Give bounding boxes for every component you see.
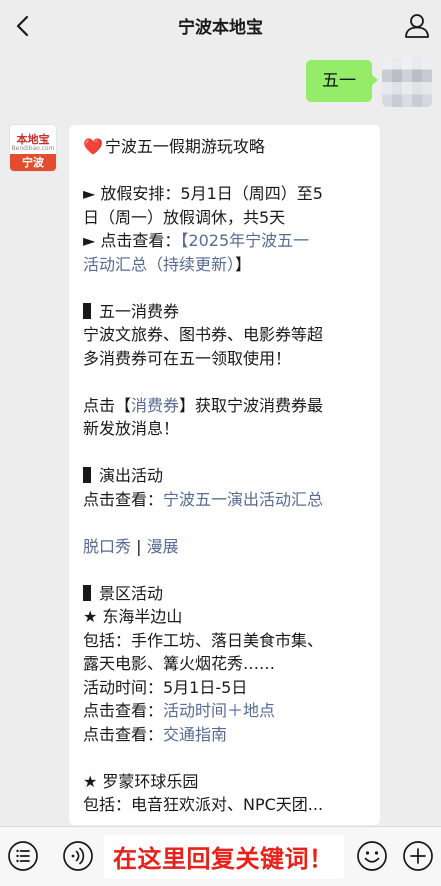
page-title: 宁波本地宝 xyxy=(178,18,263,38)
keyword-prompt: 在这里回复关键词！ xyxy=(113,845,334,873)
keyword-input[interactable]: 在这里回复关键词！ xyxy=(104,835,344,879)
avatar-logo-subtext: Bendibao.com xyxy=(11,145,55,152)
summary-link[interactable]: 【2025年宁波五一 xyxy=(180,231,309,250)
holiday-line-1: ► 放假安排：5月1日（周四）至5 xyxy=(83,184,323,203)
spot1-includes-2: 露天电影、篝火烟花秀…… xyxy=(83,654,276,673)
spot1-time-link[interactable]: 活动时间＋地点 xyxy=(163,701,275,720)
coupon-click-line-2: 新发放消息！ xyxy=(83,419,180,438)
section-marker xyxy=(83,467,91,483)
voice-icon[interactable] xyxy=(61,839,95,873)
coupon-text-1: 宁波文旅券、图书券、电影券等超 xyxy=(83,325,324,344)
spot2-includes: 包括：电音狂欢派对、NPC天团... xyxy=(83,795,324,814)
spot1-name: ★ 东海半边山 xyxy=(83,607,183,626)
summary-link-cont[interactable]: 活动汇总（持续更新） xyxy=(83,255,235,274)
avatar-city-label: 宁波 xyxy=(10,154,56,171)
spot1-includes-1: 包括：手作工坊、落日美食市集、 xyxy=(83,630,324,650)
spot1-time: 活动时间：5月1日-5日 xyxy=(83,677,248,697)
coupon-click-line: 点击【消费券】获取宁波消费券最 xyxy=(83,395,324,415)
summary-line-2: 活动汇总（持续更新）】 xyxy=(83,254,252,274)
sent-message-bubble[interactable]: 五一 xyxy=(306,60,378,102)
section-marker xyxy=(83,584,91,601)
section-show-heading: 演出活动 xyxy=(83,464,367,488)
spot1-check2-line: 点击查看：交通指南 xyxy=(83,724,228,744)
comic-link[interactable]: 漫展 xyxy=(147,537,179,556)
reply-title: ❤️ 宁波五一假期游玩攻略 xyxy=(83,137,265,156)
show-tags-line: 脱口秀 | 漫展 xyxy=(83,536,179,556)
heart-icon: ❤️ xyxy=(83,137,103,156)
talkshow-link[interactable]: 脱口秀 xyxy=(83,537,131,556)
user-avatar[interactable] xyxy=(382,57,432,107)
coupon-text-2: 多消费券可在五一领取使用！ xyxy=(83,348,292,368)
holiday-line-2: 日（周一）放假调休，共5天 xyxy=(83,207,286,227)
profile-icon[interactable] xyxy=(401,10,433,42)
input-bar: 在这里回复关键词！ xyxy=(0,826,441,886)
emoji-icon[interactable] xyxy=(355,839,389,873)
spot1-check-line: 点击查看：活动时间＋地点 xyxy=(83,701,276,720)
spot2-name: ★ 罗蒙环球乐园 xyxy=(83,771,199,791)
show-link[interactable]: 宁波五一演出活动汇总 xyxy=(163,490,323,509)
plus-icon[interactable] xyxy=(401,839,435,873)
top-bar: 宁波本地宝 xyxy=(0,0,441,52)
section-scenic-heading: 景区活动 xyxy=(83,582,367,606)
reply-message-bubble: ❤️ 宁波五一假期游玩攻略 ► 放假安排：5月1日（周四）至5 日（周一）放假调休… xyxy=(69,125,380,825)
section-coupon-heading: 五一消费券 xyxy=(83,300,367,324)
show-line: 点击查看：宁波五一演出活动汇总 xyxy=(83,489,324,509)
coupon-link[interactable]: 消费券 xyxy=(131,396,179,415)
menu-icon[interactable] xyxy=(6,839,40,873)
account-avatar[interactable]: 本地宝 Bendibao.com 宁波 xyxy=(9,124,57,172)
summary-line: ► 点击查看：【2025年宁波五一 xyxy=(83,231,310,250)
spot1-traffic-link[interactable]: 交通指南 xyxy=(163,725,227,744)
section-marker xyxy=(83,302,91,319)
